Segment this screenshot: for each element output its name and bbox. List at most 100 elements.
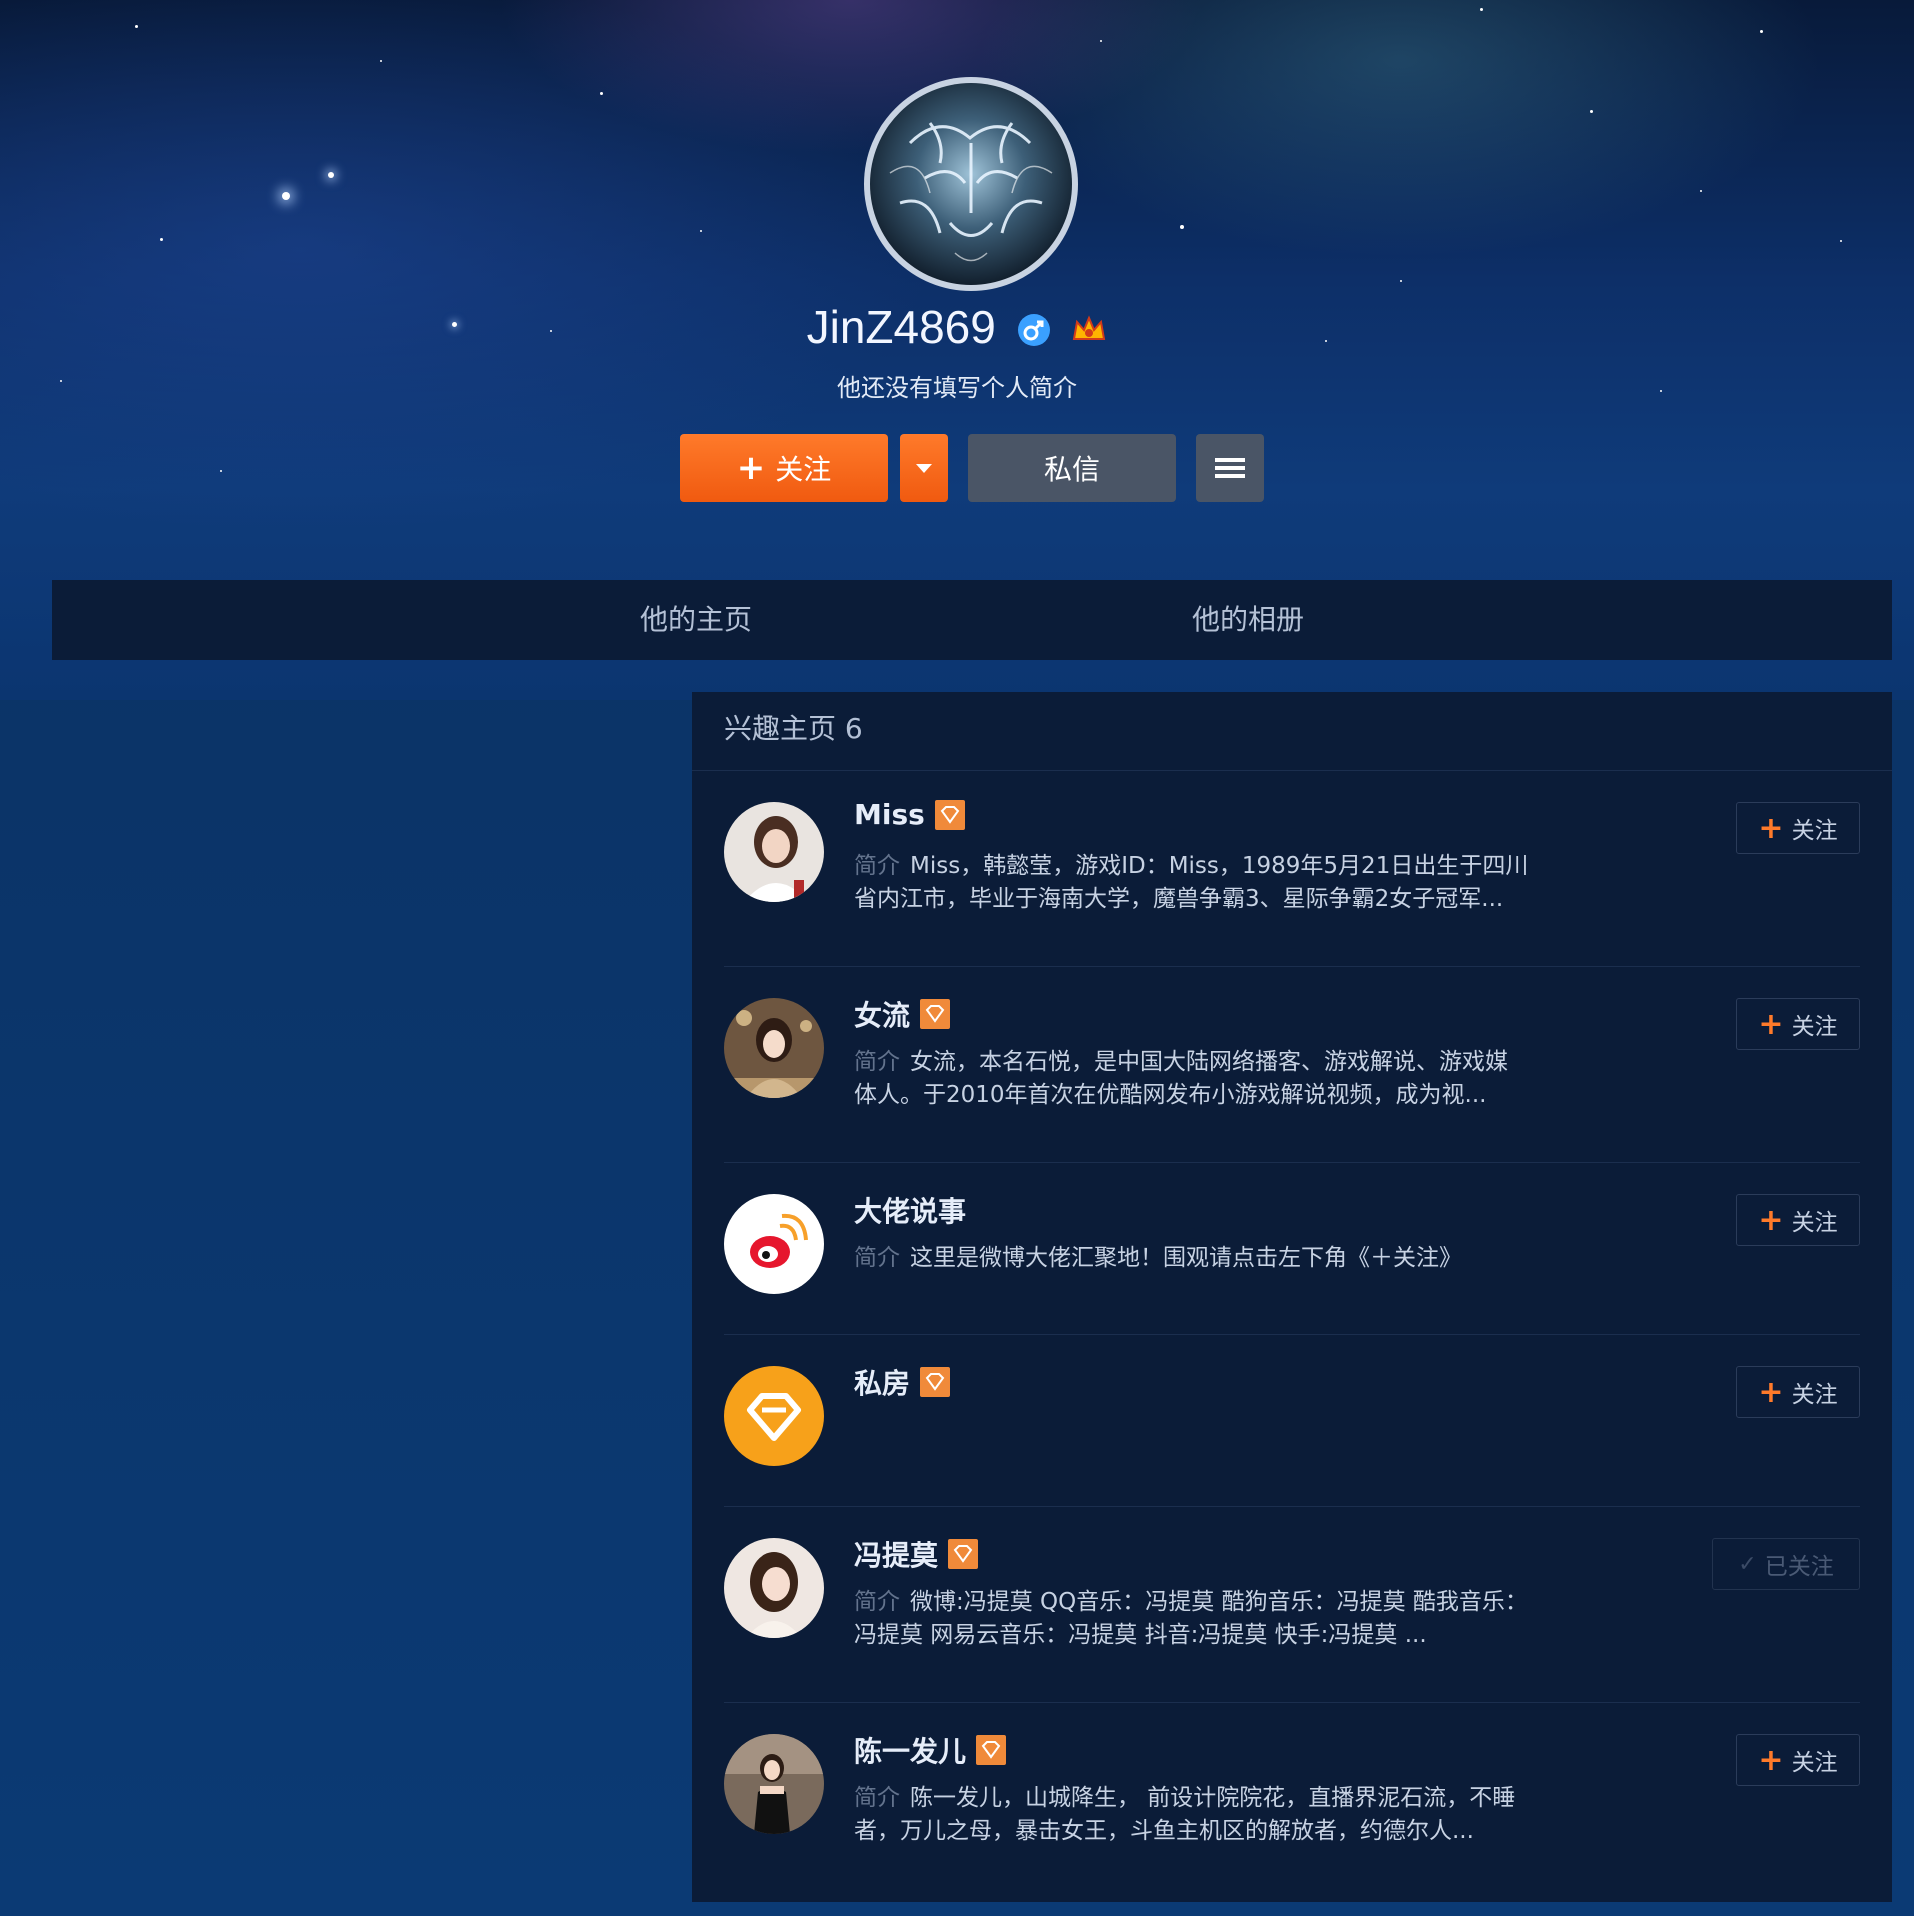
star xyxy=(328,172,334,178)
star xyxy=(1180,225,1184,229)
interest-name[interactable]: 冯提莫 xyxy=(854,1534,979,1574)
star xyxy=(220,470,222,472)
interest-name[interactable]: 私房 xyxy=(854,1362,951,1402)
star xyxy=(1760,30,1763,33)
vip-diamond-icon xyxy=(920,999,951,1029)
desc-line: 省内江市，毕业于海南大学，魔兽争霸3、星际争霸2女子冠军... xyxy=(854,886,1504,912)
profile-avatar[interactable] xyxy=(864,77,1078,291)
profile-bio: 他还没有填写个人简介 xyxy=(837,374,1077,402)
vip-diamond-icon xyxy=(934,799,965,830)
interest-description: 简介 微博:冯提莫 QQ音乐：冯提莫 酷狗音乐：冯提莫 酷我音乐： 冯提莫 网易云… xyxy=(854,1586,1554,1652)
interest-name-text: 私房 xyxy=(854,1367,911,1400)
hamburger-menu-icon xyxy=(1215,458,1245,478)
desc-label: 简介 xyxy=(854,1589,900,1615)
plus-icon: + xyxy=(1758,1374,1784,1410)
avatar[interactable] xyxy=(724,998,824,1098)
list-item: 冯提莫 简介 微博:冯提莫 QQ音乐：冯提莫 酷狗音乐：冯提莫 酷我音乐： 冯提莫… xyxy=(724,1506,1860,1703)
follow-button-label: 关注 xyxy=(775,453,832,486)
plus-icon: + xyxy=(1758,1006,1784,1042)
desc-label: 简介 xyxy=(854,1785,900,1811)
tab-home[interactable]: 他的主页 xyxy=(640,580,752,660)
vip-diamond-icon xyxy=(948,1539,979,1569)
plus-icon: + xyxy=(1758,1742,1784,1778)
avatar[interactable] xyxy=(724,1538,824,1638)
interest-name[interactable]: 女流 xyxy=(854,994,951,1034)
follow-button-label: 关注 xyxy=(1791,1014,1838,1040)
follow-button-label: 关注 xyxy=(1791,1750,1838,1776)
interest-description: 简介 Miss，韩懿莹，游戏ID：Miss，1989年5月21日出生于四川 省内江… xyxy=(854,850,1554,916)
star xyxy=(700,230,702,232)
plus-icon: + xyxy=(1758,810,1784,846)
star xyxy=(1480,8,1483,11)
interest-name[interactable]: 陈一发儿 xyxy=(854,1730,1007,1770)
avatar[interactable] xyxy=(724,1194,824,1294)
follow-interest-button[interactable]: + 关注 xyxy=(1736,1734,1860,1786)
avatar[interactable] xyxy=(724,1734,824,1834)
vip-diamond-icon xyxy=(920,1367,951,1397)
star xyxy=(1100,40,1102,42)
desc-line: 者，万儿之母，暴击女王，斗鱼主机区的解放者，约德尔人... xyxy=(854,1818,1474,1844)
follow-interest-button[interactable]: + 关注 xyxy=(1736,998,1860,1050)
interest-pages-panel: 兴趣主页 6 Miss 简介 Miss，韩懿莹，游戏ID：Miss，1989年5月… xyxy=(692,692,1892,1902)
star xyxy=(160,238,163,241)
desc-line: 这里是微博大佬汇聚地！围观请点击左下角《＋关注》 xyxy=(910,1245,1462,1271)
list-item: 私房 + 关注 xyxy=(724,1334,1860,1507)
list-item: 女流 简介 女流，本名石悦，是中国大陆网络播客、游戏解说、游戏媒 体人。于2010… xyxy=(724,966,1860,1163)
desc-label: 简介 xyxy=(854,1245,900,1271)
interest-name-text: Miss xyxy=(854,798,925,831)
list-item: Miss 简介 Miss，韩懿莹，游戏ID：Miss，1989年5月21日出生于四… xyxy=(724,770,1860,967)
tab-album[interactable]: 他的相册 xyxy=(1192,580,1304,660)
desc-line: Miss，韩懿莹，游戏ID：Miss，1989年5月21日出生于四川 xyxy=(910,853,1529,879)
interest-name[interactable]: 大佬说事 xyxy=(854,1190,966,1230)
desc-line: 体人。于2010年首次在优酷网发布小游戏解说视频，成为视... xyxy=(854,1082,1487,1108)
follow-button-label: 关注 xyxy=(1791,1382,1838,1408)
interest-description: 简介 女流，本名石悦，是中国大陆网络播客、游戏解说、游戏媒 体人。于2010年首次… xyxy=(854,1046,1554,1112)
star xyxy=(1700,190,1702,192)
interest-name-text: 女流 xyxy=(854,999,911,1032)
follow-button-label: 关注 xyxy=(1791,818,1838,844)
interest-description: 简介 这里是微博大佬汇聚地！围观请点击左下角《＋关注》 xyxy=(854,1242,1554,1275)
follow-interest-button[interactable]: + 关注 xyxy=(1736,1194,1860,1246)
interest-name-text: 冯提莫 xyxy=(854,1539,939,1572)
interest-name-text: 陈一发儿 xyxy=(854,1735,967,1768)
username: JinZ4869 xyxy=(806,301,996,353)
desc-line: 冯提莫 网易云音乐：冯提莫 抖音:冯提莫 快手:冯提莫 ... xyxy=(854,1622,1427,1648)
panel-title: 兴趣主页 6 xyxy=(692,692,1892,771)
star xyxy=(1590,110,1593,113)
interest-name[interactable]: Miss xyxy=(854,798,965,831)
avatar[interactable] xyxy=(724,1366,824,1466)
star xyxy=(380,60,382,62)
interest-description: 简介 陈一发儿，山城降生， 前设计院院花，直播界泥石流，不睡 者，万儿之母，暴击女… xyxy=(854,1782,1554,1848)
desc-line: 微博:冯提莫 QQ音乐：冯提莫 酷狗音乐：冯提莫 酷我音乐： xyxy=(910,1589,1528,1615)
followed-button-label: 已关注 xyxy=(1764,1554,1834,1580)
caret-down-icon xyxy=(916,464,932,473)
desc-label: 简介 xyxy=(854,853,900,879)
crown-level-icon[interactable] xyxy=(1071,304,1107,358)
avatar-image xyxy=(870,83,1072,285)
followed-interest-button[interactable]: ✓ 已关注 xyxy=(1712,1538,1860,1590)
avatar[interactable] xyxy=(724,802,824,902)
follow-button[interactable]: + 关注 xyxy=(680,434,888,502)
star xyxy=(600,92,603,95)
more-menu-button[interactable] xyxy=(1196,434,1264,502)
list-item: 陈一发儿 简介 陈一发儿，山城降生， 前设计院院花，直播界泥石流，不睡 者，万儿之… xyxy=(724,1702,1860,1898)
follow-button-label: 关注 xyxy=(1791,1210,1838,1236)
interest-name-text: 大佬说事 xyxy=(854,1195,967,1228)
username-row: JinZ4869 xyxy=(0,300,1914,358)
star xyxy=(1400,280,1402,282)
vip-diamond-icon xyxy=(976,1735,1007,1765)
star xyxy=(135,25,138,28)
desc-line: 女流，本名石悦，是中国大陆网络播客、游戏解说、游戏媒 xyxy=(910,1049,1508,1075)
follow-interest-button[interactable]: + 关注 xyxy=(1736,1366,1860,1418)
male-gender-icon xyxy=(1017,304,1051,358)
list-item: 大佬说事 简介 这里是微博大佬汇聚地！围观请点击左下角《＋关注》 + 关注 xyxy=(724,1162,1860,1335)
star xyxy=(1840,240,1842,242)
desc-line: 陈一发儿，山城降生， 前设计院院花，直播界泥石流，不睡 xyxy=(910,1785,1516,1811)
follow-interest-button[interactable]: + 关注 xyxy=(1736,802,1860,854)
follow-options-dropdown[interactable] xyxy=(900,434,948,502)
message-button[interactable]: 私信 xyxy=(968,434,1176,502)
plus-icon: + xyxy=(736,448,766,488)
checkmark-icon: ✓ xyxy=(1738,1551,1757,1577)
profile-tabbar: 他的主页 他的相册 xyxy=(52,580,1892,660)
plus-icon: + xyxy=(1758,1202,1784,1238)
